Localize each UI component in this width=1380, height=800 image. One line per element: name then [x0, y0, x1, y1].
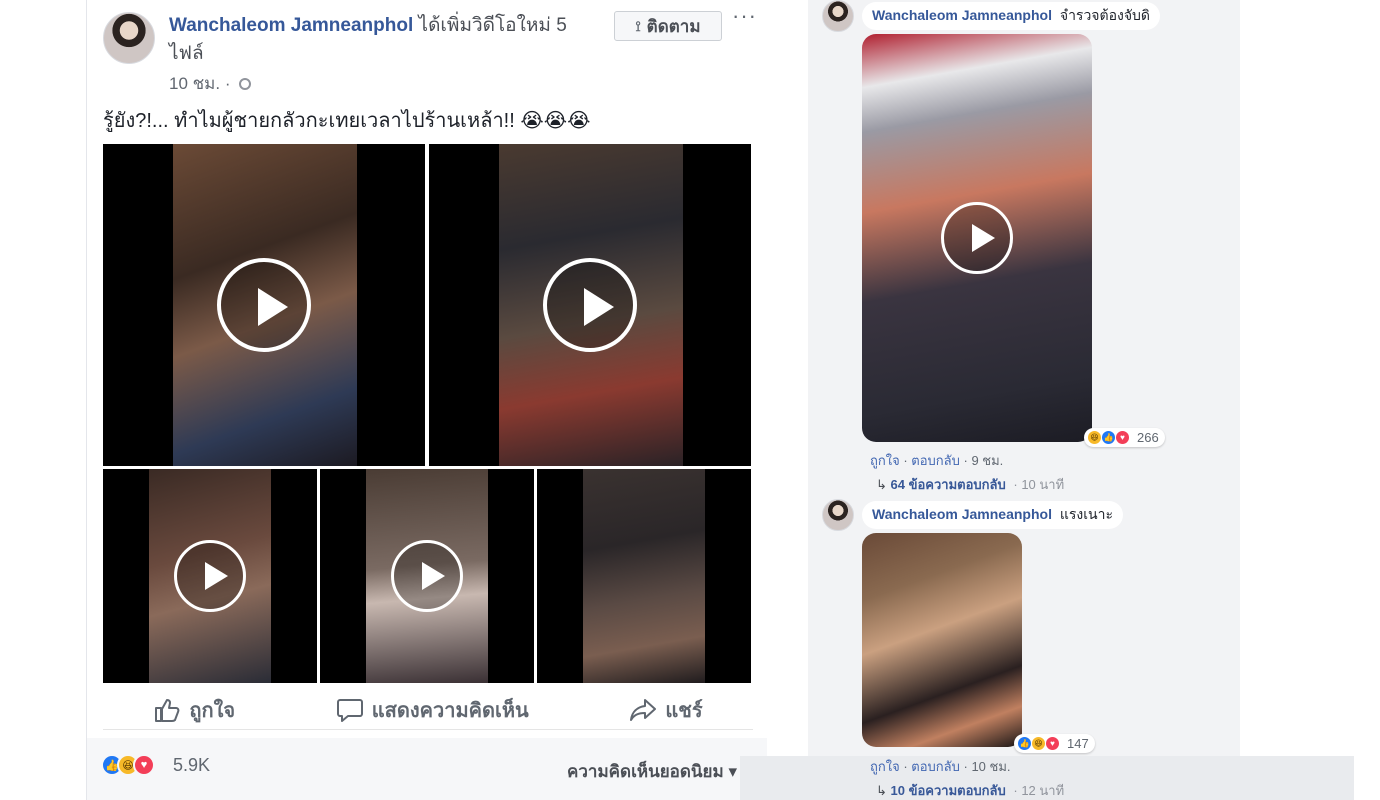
comment-icon [336, 698, 363, 722]
author-name-link[interactable]: Wanchaleom Jamneanphol [169, 15, 413, 36]
play-icon[interactable] [174, 540, 246, 612]
share-label: แชร์ [665, 699, 703, 722]
comment-meta: ถูกใจ · ตอบกลับ · 10 ชม. [870, 759, 1011, 774]
reply-arrow-icon: ↳ [876, 477, 887, 492]
facebook-post: Wanchaleom Jamneanphol ได้เพิ่มวิดีโอใหม… [86, 0, 767, 800]
love-icon: ♥ [1115, 430, 1130, 445]
reaction-icons[interactable]: 👍 😆 ♥ [101, 754, 155, 776]
share-button[interactable]: แชร์ [629, 694, 703, 726]
video-thumbnail[interactable] [429, 144, 751, 466]
post-text: รู้ยัง?!... ทำไมผู้ชายกลัวกะเทยเวลาไปร้า… [103, 110, 591, 132]
replies-count[interactable]: 64 ข้อความตอบกลับ [891, 477, 1006, 492]
globe-icon [239, 78, 252, 90]
commenter-avatar[interactable] [822, 0, 854, 32]
rss-icon: ⟟ [635, 17, 641, 34]
video-thumbnail[interactable] [320, 469, 534, 683]
play-icon[interactable] [543, 258, 637, 352]
like-icon: 👍 [1017, 736, 1032, 751]
comment-image[interactable] [862, 533, 1022, 747]
comment-text: จำรวจต้องจับดิ [1059, 7, 1151, 23]
video-thumbnail[interactable] [103, 144, 425, 466]
comment-meta: ถูกใจ · ตอบกลับ · 9 ชม. [870, 453, 1004, 468]
comment-like-link[interactable]: ถูกใจ [870, 453, 900, 468]
post-actions: ถูกใจ แสดงความคิดเห็น แชร์ [103, 690, 753, 730]
thumbs-up-icon [155, 698, 180, 722]
commenter-name-link[interactable]: Wanchaleom Jamneanphol [872, 506, 1052, 522]
comment-like-link[interactable]: ถูกใจ [870, 759, 900, 774]
comment-reactions[interactable]: 😆 👍 ♥ 266 [1084, 428, 1165, 447]
reactions-summary: 👍 😆 ♥ 5.9K ความคิดเห็นยอดนิยม ▾ [87, 738, 767, 800]
comment-reactions[interactable]: 👍 😆 ♥ 147 [1014, 734, 1095, 753]
play-icon[interactable] [391, 540, 463, 612]
comments-panel: Wanchaleom Jamneanphol จำรวจต้องจับดิ 😆 … [808, 0, 1240, 756]
play-icon[interactable] [941, 202, 1013, 274]
comment-reaction-count: 266 [1137, 430, 1159, 445]
like-button[interactable]: ถูกใจ [153, 694, 235, 726]
author-avatar[interactable] [103, 12, 155, 64]
love-icon: ♥ [1045, 736, 1060, 751]
like-label: ถูกใจ [189, 699, 236, 722]
comment-bubble: Wanchaleom Jamneanphol จำรวจต้องจับดิ [862, 2, 1161, 30]
haha-icon: 😆 [1087, 430, 1102, 445]
comment-reaction-count: 147 [1067, 736, 1089, 751]
reply-arrow-icon: ↳ [876, 783, 887, 798]
post-header: Wanchaleom Jamneanphol ได้เพิ่มวิดีโอใหม… [169, 12, 589, 68]
replies-time: · 10 นาที [1013, 477, 1065, 492]
replies-time: · 12 นาที [1013, 783, 1065, 798]
post-timestamp[interactable]: 10 ชม. · [169, 70, 252, 97]
love-icon: ♥ [133, 754, 155, 776]
comment-label: แสดงความคิดเห็น [371, 699, 529, 722]
haha-icon: 😆 [1031, 736, 1046, 751]
share-icon [630, 698, 657, 721]
comment-reply-link[interactable]: ตอบกลับ [911, 759, 960, 774]
comment-bubble: Wanchaleom Jamneanphol แรงเนาะ [862, 501, 1123, 529]
video-thumbnail[interactable] [537, 469, 751, 683]
post-time-text[interactable]: 10 ชม. · [169, 74, 230, 93]
comment-reply-link[interactable]: ตอบกลับ [911, 453, 960, 468]
replies-count[interactable]: 10 ข้อความตอบกลับ [891, 783, 1006, 798]
commenter-avatar[interactable] [822, 499, 854, 531]
video-thumbnail[interactable] [103, 469, 317, 683]
more-options-button[interactable]: ··· [732, 5, 758, 32]
comment-time[interactable]: 10 ชม. [971, 759, 1010, 774]
replies-link[interactable]: ↳ 10 ข้อความตอบกลับ · 12 นาที [876, 780, 1064, 800]
follow-button[interactable]: ⟟ ติดตาม [614, 11, 722, 41]
like-icon: 👍 [1101, 430, 1116, 445]
reaction-count[interactable]: 5.9K [173, 755, 210, 776]
follow-label: ติดตาม [646, 16, 701, 36]
commenter-name-link[interactable]: Wanchaleom Jamneanphol [872, 7, 1052, 23]
replies-link[interactable]: ↳ 64 ข้อความตอบกลับ · 10 นาที [876, 474, 1064, 495]
comment-text: แรงเนาะ [1059, 506, 1113, 522]
comment-sort-dropdown[interactable]: ความคิดเห็นยอดนิยม ▾ [567, 758, 737, 785]
play-icon[interactable] [217, 258, 311, 352]
comment-button[interactable]: แสดงความคิดเห็น [336, 694, 529, 726]
comment-video-thumbnail[interactable] [862, 34, 1092, 442]
comment-time[interactable]: 9 ชม. [971, 453, 1003, 468]
